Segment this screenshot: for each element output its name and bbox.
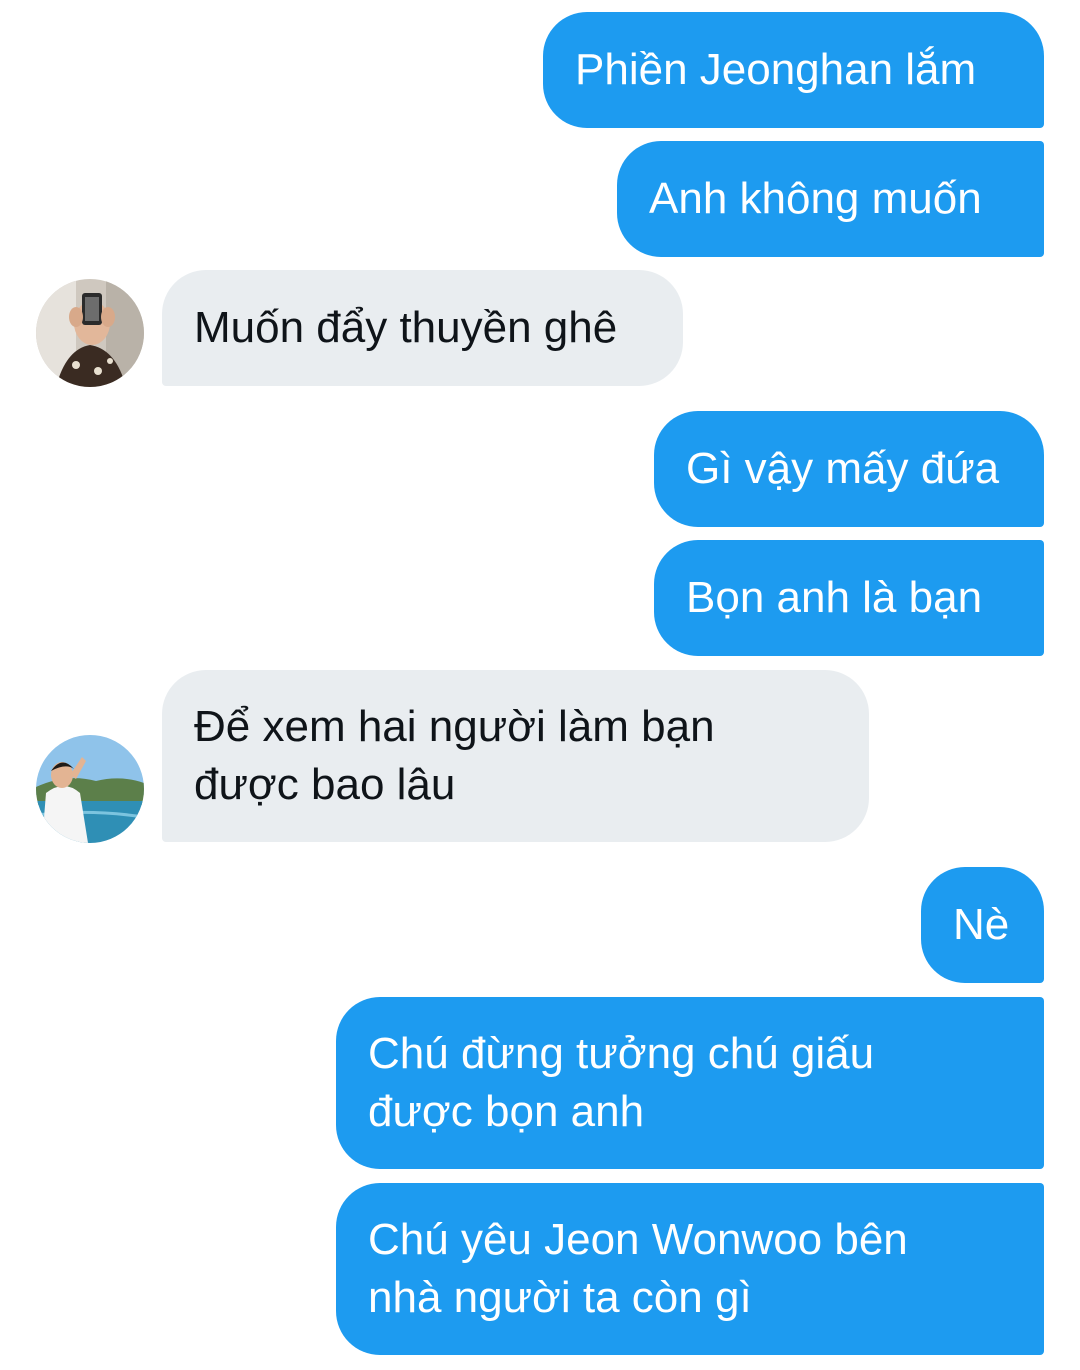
message-bubble-outgoing[interactable]: Gì vậy mấy đứa bbox=[654, 411, 1044, 527]
message-bubble-outgoing[interactable]: Chú yêu Jeon Wonwoo bên nhà người ta còn… bbox=[336, 1183, 1044, 1355]
message-bubble-outgoing[interactable]: Bọn anh là bạn bbox=[654, 540, 1044, 656]
message-bubble-incoming[interactable]: Muốn đẩy thuyền ghê bbox=[162, 270, 683, 386]
avatar-seaside-image bbox=[36, 735, 144, 843]
message-text: Để xem hai người làm bạn được bao lâu bbox=[194, 702, 715, 809]
avatar-selfie-image bbox=[36, 279, 144, 387]
message-text: Phiền Jeonghan lắm bbox=[575, 45, 977, 94]
message-text: Nè bbox=[953, 900, 1010, 949]
message-bubble-outgoing[interactable]: Phiền Jeonghan lắm bbox=[543, 12, 1044, 128]
message-text: Chú yêu Jeon Wonwoo bên nhà người ta còn… bbox=[368, 1215, 908, 1322]
message-text: Bọn anh là bạn bbox=[686, 573, 983, 622]
sender-avatar[interactable] bbox=[36, 735, 144, 843]
message-bubble-incoming[interactable]: Để xem hai người làm bạn được bao lâu bbox=[162, 670, 869, 842]
message-text: Muốn đẩy thuyền ghê bbox=[194, 303, 618, 352]
message-bubble-outgoing[interactable]: Anh không muốn bbox=[617, 141, 1044, 257]
sender-avatar[interactable] bbox=[36, 279, 144, 387]
message-bubble-outgoing[interactable]: Nè bbox=[921, 867, 1044, 983]
message-bubble-outgoing[interactable]: Chú đừng tưởng chú giấu được bọn anh bbox=[336, 997, 1044, 1169]
message-text: Gì vậy mấy đứa bbox=[686, 444, 1000, 493]
message-text: Anh không muốn bbox=[649, 174, 982, 223]
message-text: Chú đừng tưởng chú giấu được bọn anh bbox=[368, 1029, 875, 1136]
